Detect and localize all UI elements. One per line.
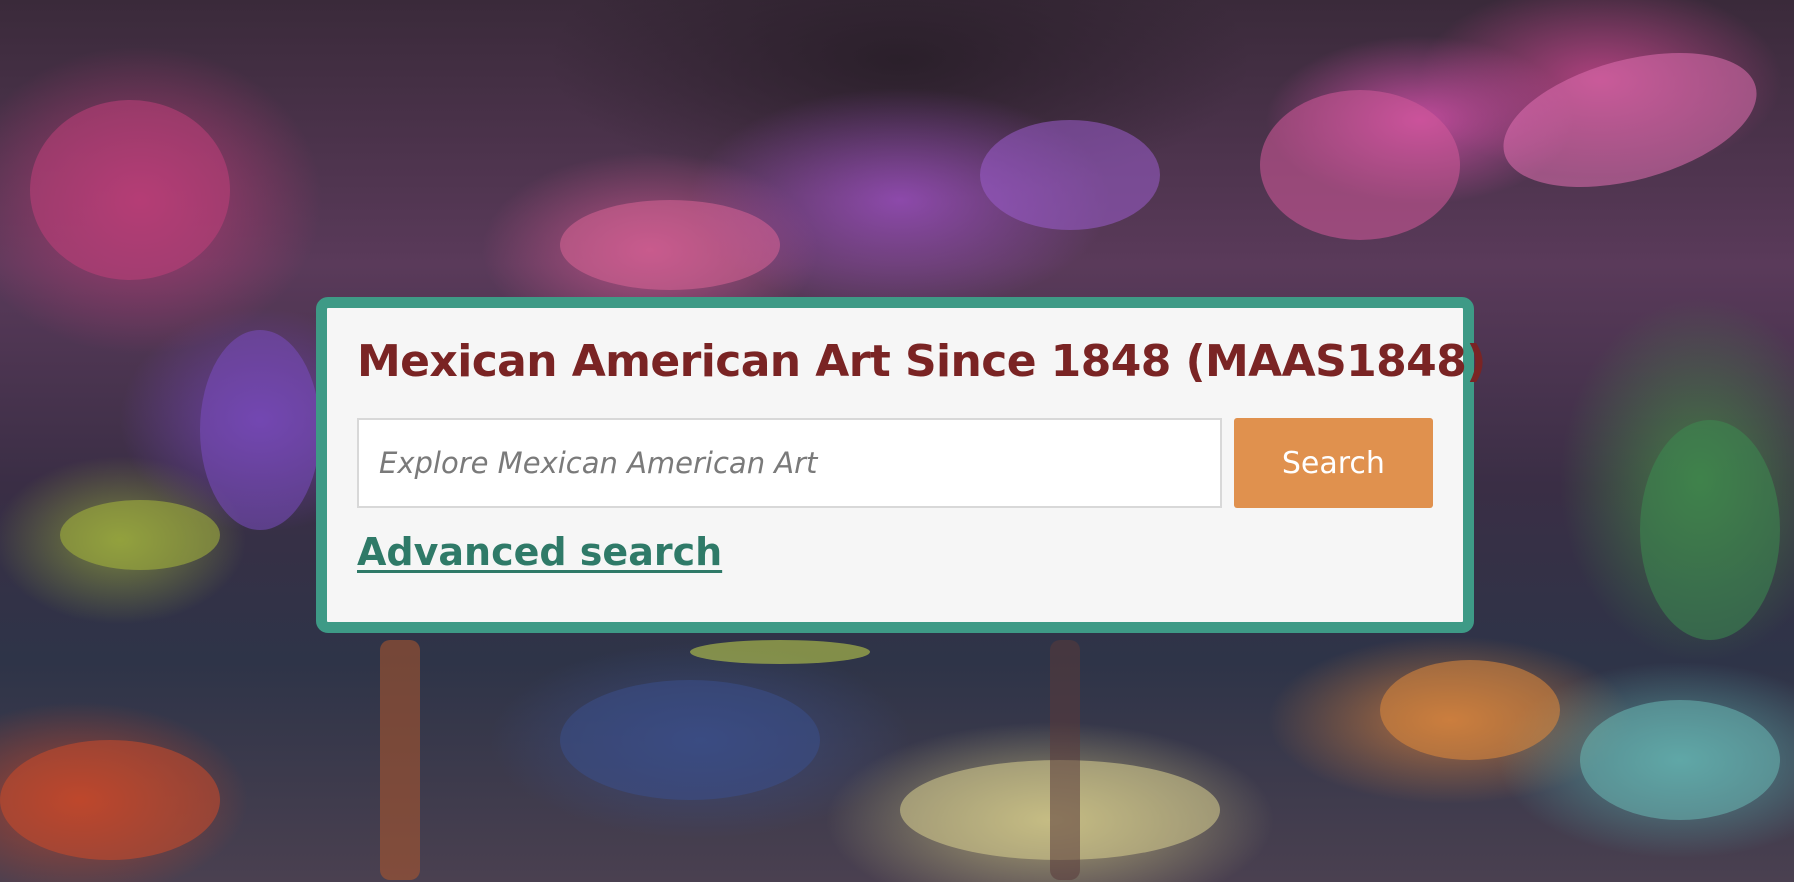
painting-stroke: [560, 680, 820, 800]
painting-stroke: [1488, 28, 1772, 212]
hero-background-painting: Mexican American Art Since 1848 (MAAS184…: [0, 0, 1794, 882]
painting-stroke: [1640, 420, 1780, 640]
advanced-search-link[interactable]: Advanced search: [357, 530, 722, 574]
painting-stroke: [980, 120, 1160, 230]
search-input[interactable]: [357, 418, 1222, 508]
painting-stroke: [200, 330, 320, 530]
painting-stroke: [60, 500, 220, 570]
painting-stroke: [380, 640, 420, 880]
page-title: Mexican American Art Since 1848 (MAAS184…: [357, 336, 1486, 387]
painting-stroke: [1050, 640, 1080, 880]
painting-stroke: [1380, 660, 1560, 760]
painting-stroke: [1260, 90, 1460, 240]
search-button[interactable]: Search: [1233, 418, 1433, 508]
painting-stroke: [0, 740, 220, 860]
search-row: Search: [357, 418, 1433, 508]
painting-stroke: [30, 100, 230, 280]
painting-stroke: [560, 200, 780, 290]
painting-stroke: [690, 640, 870, 664]
painting-stroke: [1580, 700, 1780, 820]
search-panel: Mexican American Art Since 1848 (MAAS184…: [316, 297, 1486, 633]
